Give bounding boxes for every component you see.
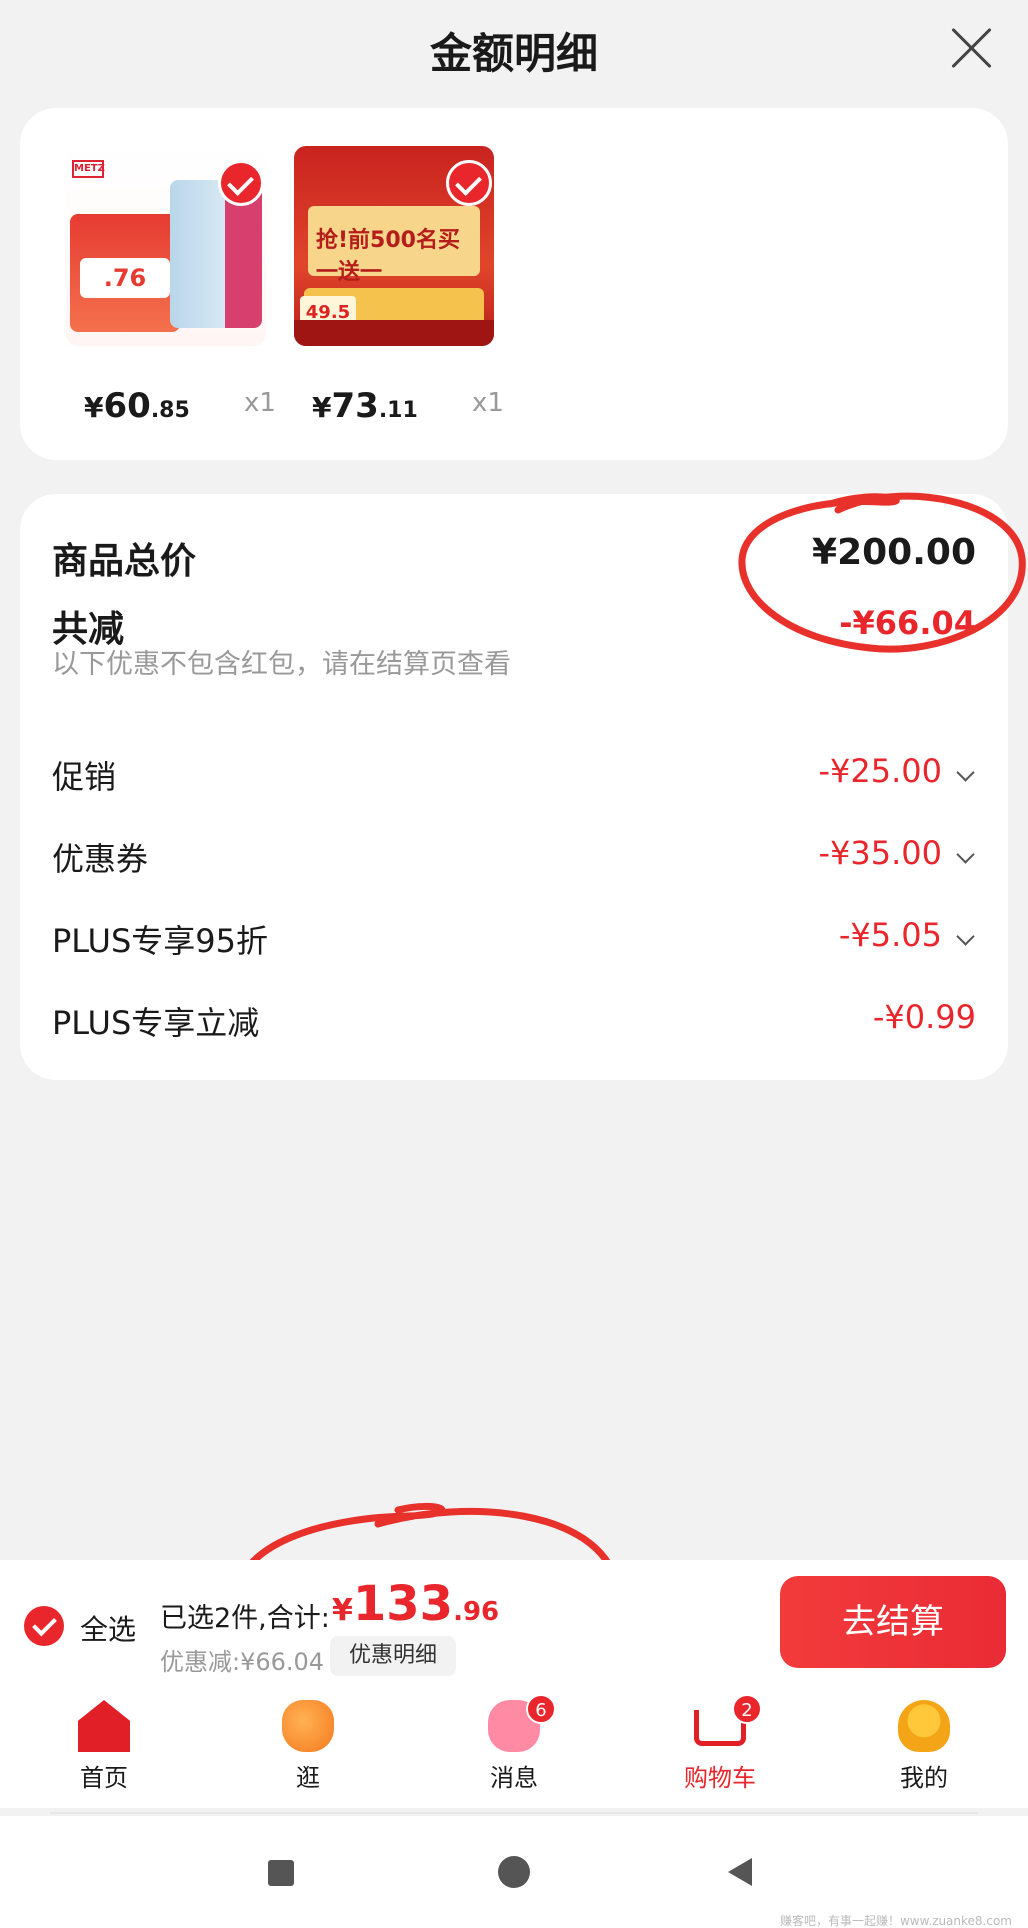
browse-icon [282,1700,334,1752]
chevron-down-icon [956,845,975,864]
watermark: 赚客吧，有事一起赚！www.zuanke8.com [779,1914,1012,1928]
tab-browse[interactable]: 逛 [238,1700,378,1800]
discount-value: -¥35.00 [818,834,942,872]
saved-amount: 优惠减:¥66.04 [160,1648,325,1676]
checkout-button[interactable]: 去结算 [780,1576,1006,1668]
total-price-row: 商品总价 ¥200.00 [52,532,976,592]
discount-label: PLUS专享95折 [52,922,268,960]
product-item[interactable]: 抢!前500名买一送一 49.5 ¥73.11 x1 [294,146,504,426]
recent-apps-icon[interactable] [268,1860,294,1886]
product-thumbnail: METZ .76 [66,146,266,346]
tab-home[interactable]: 首页 [34,1700,174,1800]
products-card: METZ .76 ¥60.85 x1 抢!前500名买一送一 49.5 ¥73.… [20,108,1008,460]
system-nav-bar: 赚客吧，有事一起赚！www.zuanke8.com [0,1816,1028,1928]
total-price-value: ¥200.00 [812,532,976,573]
product-quantity: x1 [472,388,504,418]
tab-messages[interactable]: 6 消息 [444,1694,584,1800]
discount-row-promotion[interactable]: 促销 -¥25.00 [52,752,976,812]
back-icon[interactable] [728,1858,752,1886]
product-price: ¥73.11 [312,386,418,426]
tab-bar: 首页 逛 6 消息 2 购物车 我的 [0,1688,1028,1808]
sheet-title: 金额明细 [429,29,598,78]
total-reduction-value: -¥66.04 [839,604,976,642]
selected-summary: 已选2件,合计: [160,1603,330,1634]
discount-value: -¥5.05 [838,916,942,954]
chevron-down-icon [956,927,975,946]
discount-row-coupon[interactable]: 优惠券 -¥35.00 [52,834,976,894]
discount-label: 优惠券 [52,840,149,878]
discount-hint: 以下优惠不包含红包，请在结算页查看 [52,649,511,680]
discount-row-plus-95[interactable]: PLUS专享95折 -¥5.05 [52,916,976,976]
discount-value: -¥0.99 [872,998,976,1036]
product-thumbnail: 抢!前500名买一送一 49.5 [294,146,494,346]
promo-badge: .76 [80,258,170,298]
brand-logo: METZ [72,160,105,178]
sheet-header: 金额明细 [0,0,1028,96]
price-summary-card: 商品总价 ¥200.00 共减 -¥66.04 以下优惠不包含红包，请在结算页查… [20,494,1008,1080]
product-price: ¥60.85 [84,386,190,426]
selected-check-icon[interactable] [446,160,492,206]
discount-value: -¥25.00 [818,752,942,790]
product-item[interactable]: METZ .76 ¥60.85 x1 [66,146,276,426]
home-button-icon[interactable] [498,1856,530,1888]
message-badge: 6 [526,1694,556,1724]
product-headline: 抢!前500名买一送一 [316,228,460,285]
cart-badge: 2 [732,1694,762,1724]
total-price-label: 商品总价 [52,541,197,582]
checkout-bar: 全选 已选2件,合计: ¥133.96 优惠减:¥66.04 优惠明细 去结算 [0,1560,1028,1688]
discount-row-plus-instant: PLUS专享立减 -¥0.99 [52,998,976,1058]
discount-label: 促销 [52,758,117,796]
chevron-down-icon [956,763,975,782]
select-all-label[interactable]: 全选 [80,1608,136,1648]
selected-check-icon[interactable] [218,160,264,206]
grand-total: ¥133.96 [332,1576,500,1632]
tab-profile[interactable]: 我的 [854,1700,994,1800]
divider [50,1812,978,1814]
discount-label: PLUS专享立减 [52,1004,260,1042]
home-icon [78,1700,130,1752]
close-icon[interactable] [950,26,994,70]
select-all-checkbox[interactable] [24,1606,64,1646]
tab-cart[interactable]: 2 购物车 [650,1694,790,1800]
discount-detail-button[interactable]: 优惠明细 [330,1636,456,1676]
product-quantity: x1 [244,388,276,418]
profile-icon [898,1700,950,1752]
